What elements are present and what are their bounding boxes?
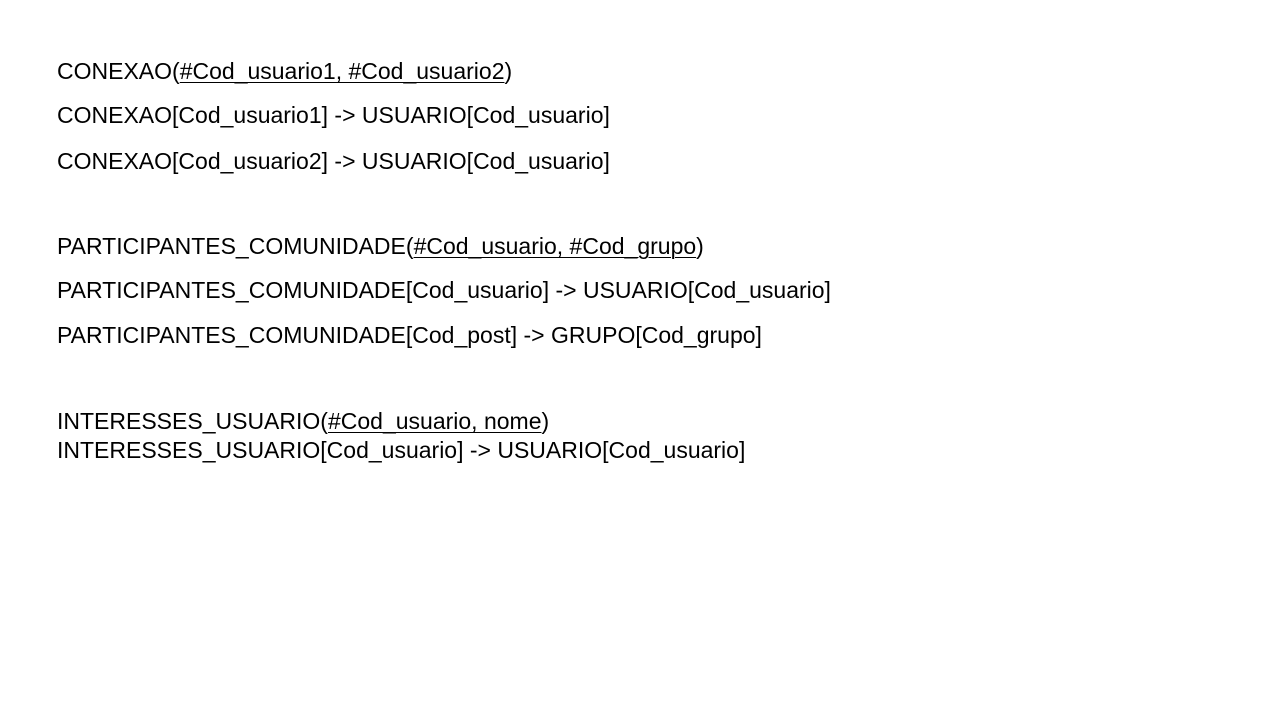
close-paren: ) [541,408,550,434]
foreign-key-line: PARTICIPANTES_COMUNIDADE[Cod_usuario] ->… [57,277,831,303]
foreign-key-line: CONEXAO[Cod_usuario2] -> USUARIO[Cod_usu… [57,148,610,174]
relation-name: CONEXAO [57,58,173,84]
open-paren: ( [172,58,180,84]
foreign-key-line: PARTICIPANTES_COMUNIDADE[Cod_post] -> GR… [57,322,762,348]
primary-key-attributes: #Cod_usuario1, #Cod_usuario2 [179,58,505,84]
relation-definition-participantes-comunidade: PARTICIPANTES_COMUNIDADE(#Cod_usuario, #… [57,232,704,260]
foreign-key-line: INTERESSES_USUARIO[Cod_usuario] -> USUAR… [57,437,746,463]
primary-key-attributes: #Cod_usuario, #Cod_grupo [413,233,697,259]
open-paren: ( [320,408,328,434]
close-paren: ) [504,58,513,84]
primary-key-attributes: #Cod_usuario, nome [327,408,542,434]
relation-name: PARTICIPANTES_COMUNIDADE [57,233,406,259]
foreign-key-line: CONEXAO[Cod_usuario1] -> USUARIO[Cod_usu… [57,102,610,128]
relation-definition-interesses-usuario: INTERESSES_USUARIO(#Cod_usuario, nome) [57,407,549,435]
relation-definition-conexao: CONEXAO(#Cod_usuario1, #Cod_usuario2) [57,57,512,85]
slide: CONEXAO(#Cod_usuario1, #Cod_usuario2) CO… [0,0,1280,720]
close-paren: ) [696,233,704,259]
open-paren: ( [405,233,414,259]
relation-name: INTERESSES_USUARIO [57,408,321,434]
